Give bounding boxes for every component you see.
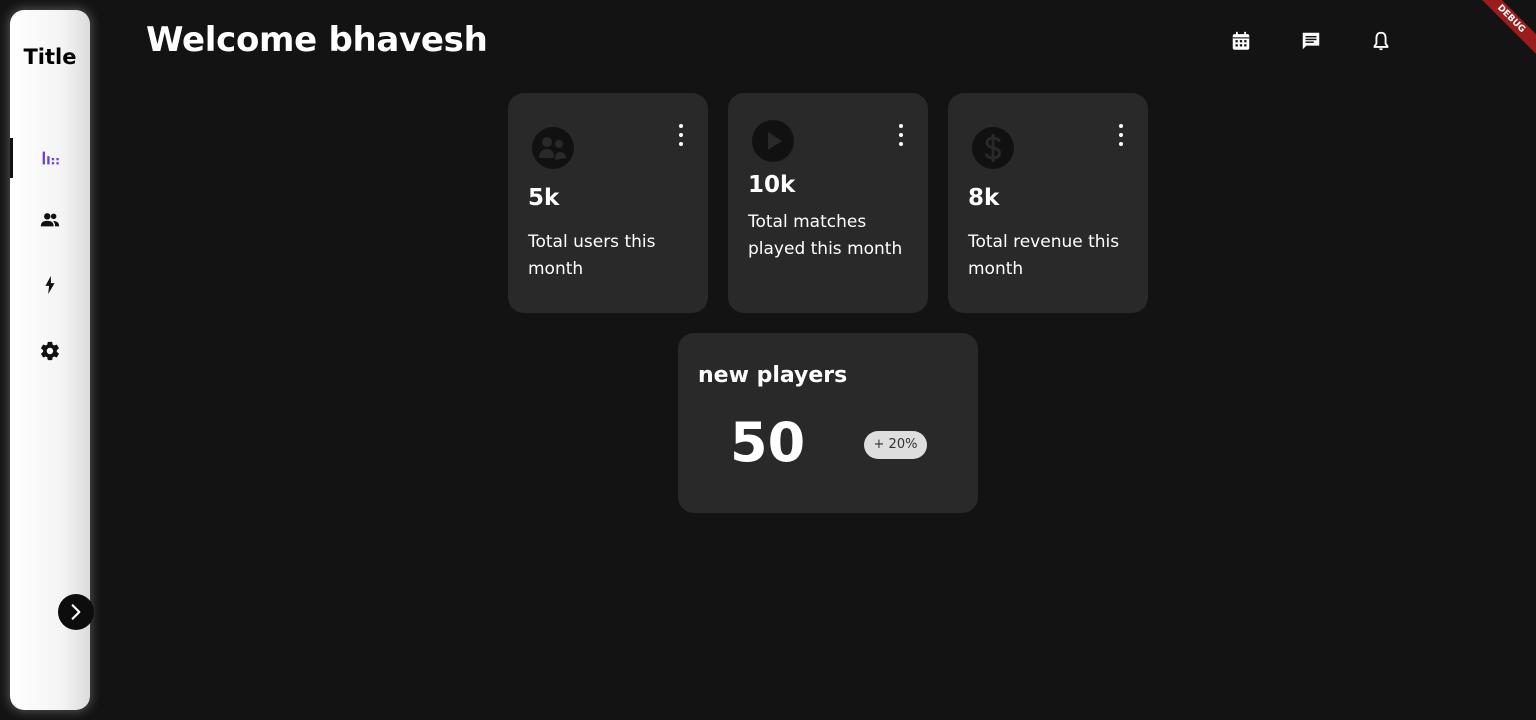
calendar-button[interactable] — [1228, 28, 1254, 54]
bolt-icon — [45, 275, 55, 295]
card-more-button[interactable] — [676, 123, 686, 147]
new-players-title: new players — [698, 363, 848, 388]
card-label: Total revenue this month — [968, 232, 1120, 279]
stat-card-revenue: 8k Total revenue this month — [948, 93, 1148, 313]
calendar-icon — [1232, 31, 1250, 50]
gear-icon — [41, 341, 59, 361]
card-label: Total users this month — [528, 232, 656, 279]
notifications-button[interactable] — [1368, 28, 1394, 54]
card-label: Total matches played this month — [748, 212, 903, 259]
sidebar: Title — [10, 10, 94, 710]
card-value: 10k — [748, 172, 796, 198]
dollar-icon — [970, 125, 1016, 171]
nav-item-users[interactable] — [10, 200, 90, 240]
chevron-right-icon — [71, 604, 81, 620]
play-icon — [750, 118, 796, 164]
users-icon — [530, 125, 576, 171]
stat-card-matches: 10k Total matches played this month — [728, 93, 928, 313]
chat-icon — [1302, 32, 1320, 50]
new-players-count: 50 — [730, 411, 806, 474]
stat-card-users: 5k Total users this month — [508, 93, 708, 313]
sidebar-title: Title — [23, 45, 77, 69]
sidebar-expand-button[interactable] — [58, 594, 94, 630]
people-icon — [40, 213, 60, 227]
nav-item-activity[interactable] — [10, 265, 90, 305]
card-more-button[interactable] — [896, 123, 906, 147]
new-players-card: new players 50 + 20% — [678, 333, 978, 513]
change-badge: + 20% — [864, 431, 927, 459]
nav-item-settings[interactable] — [10, 331, 90, 371]
bar-chart-icon — [42, 151, 59, 165]
messages-button[interactable] — [1298, 28, 1324, 54]
bell-icon — [1373, 31, 1389, 51]
card-value: 5k — [528, 185, 560, 211]
card-more-button[interactable] — [1116, 123, 1126, 147]
debug-banner: DEBUG — [1467, 0, 1536, 63]
page-title: Welcome bhavesh — [146, 20, 488, 60]
nav-item-dashboard[interactable] — [10, 138, 90, 178]
card-value: 8k — [968, 185, 1000, 211]
